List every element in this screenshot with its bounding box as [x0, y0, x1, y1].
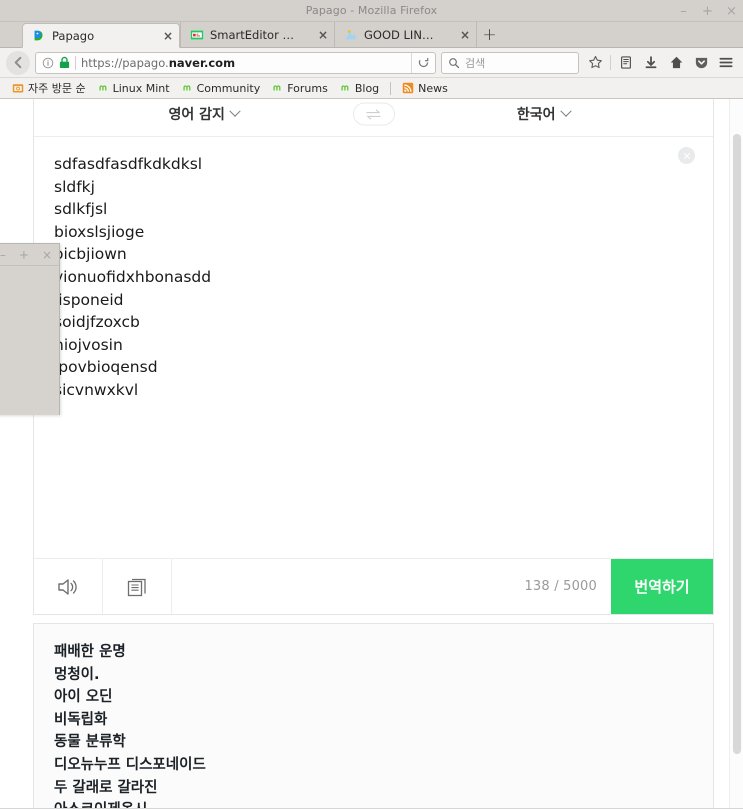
- source-card: 영어 감지 한국어 sdfasdfasdfkdkdksl sldfkj sdlk…: [33, 99, 714, 615]
- tab-close-icon[interactable]: ×: [446, 29, 470, 41]
- url-domain: naver.com: [168, 55, 236, 70]
- bookmark-star-icon[interactable]: [584, 52, 606, 74]
- tab-good-linux[interactable]: GOOD LINUX!! ×: [334, 22, 476, 47]
- bookmark-forums[interactable]: Forums: [267, 82, 332, 95]
- character-count: 138 / 5000: [524, 579, 597, 594]
- speaker-icon: [58, 578, 77, 595]
- reload-button[interactable]: [411, 52, 435, 73]
- clear-text-button[interactable]: [678, 147, 695, 164]
- mint-icon: [339, 82, 351, 94]
- swap-arrows-icon: [366, 109, 381, 119]
- back-arrow-icon: [14, 56, 21, 69]
- source-language-selector[interactable]: 영어 감지: [34, 104, 374, 124]
- navigation-toolbar: https://papago.naver.com 검색: [0, 48, 743, 78]
- minimize-button[interactable]: –: [678, 5, 689, 18]
- rss-icon: [402, 82, 414, 94]
- page-viewport: 영어 감지 한국어 sdfasdfasdfkdkdksl sldfkj sdlk…: [0, 99, 743, 808]
- library-icon[interactable]: [615, 52, 637, 74]
- fragment-maximize-button[interactable]: +: [19, 249, 29, 261]
- url-divider: [75, 55, 76, 70]
- back-button[interactable]: [6, 50, 30, 75]
- bookmark-label: News: [418, 81, 448, 95]
- papago-page: 영어 감지 한국어 sdfasdfasdfkdkdksl sldfkj sdlk…: [0, 99, 729, 808]
- tab-close-icon[interactable]: ×: [149, 30, 173, 42]
- url-bar[interactable]: https://papago.naver.com: [35, 51, 436, 74]
- folder-icon: [12, 84, 24, 93]
- fragment-minimize-button[interactable]: –: [0, 249, 6, 261]
- home-icon[interactable]: [665, 52, 687, 74]
- padlock-icon[interactable]: [59, 56, 70, 69]
- papago-parrot-icon: [34, 30, 43, 40]
- scrollbar-thumb[interactable]: [733, 134, 741, 754]
- language-header: 영어 감지 한국어: [34, 99, 713, 137]
- search-icon: [449, 57, 460, 68]
- url-prefix: https://papago.: [81, 55, 169, 70]
- source-text[interactable]: sdfasdfasdfkdkdksl sldfkj sdlkfjsl bioxs…: [54, 153, 693, 402]
- bookmark-blog[interactable]: Blog: [335, 82, 383, 95]
- swap-languages-button[interactable]: [352, 102, 395, 126]
- downloads-icon[interactable]: [640, 52, 662, 74]
- tab-label: SmartEditor - editor: [210, 27, 298, 42]
- translated-text: 패배한 운명 멍청이. 아이 오딘 비독립화 동물 분류학 디오뉴누프 디스포네…: [54, 644, 206, 808]
- tab-label: Papago: [52, 28, 95, 43]
- translate-button[interactable]: 번역하기: [611, 559, 713, 614]
- search-bar[interactable]: 검색: [441, 51, 579, 74]
- mint-icon: [97, 82, 108, 94]
- bookmark-label: Linux Mint: [112, 81, 170, 95]
- copy-document-icon: [127, 578, 146, 596]
- source-language-label: 영어 감지: [168, 107, 225, 123]
- good-linux-icon: [345, 29, 357, 39]
- bookmark-community[interactable]: Community: [177, 82, 265, 95]
- bookmark-linux-mint[interactable]: Linux Mint: [93, 82, 174, 95]
- chevron-down-icon: [559, 105, 572, 117]
- source-toolbar: 138 / 5000 번역하기: [34, 558, 713, 614]
- new-tab-button[interactable]: +: [476, 22, 502, 47]
- clear-circle-icon: [683, 152, 690, 159]
- smarteditor-icon: [190, 30, 204, 39]
- close-button[interactable]: ×: [726, 5, 737, 18]
- fragment-close-button[interactable]: ×: [42, 249, 52, 261]
- copy-source-button[interactable]: [103, 559, 172, 614]
- bookmark-label: Forums: [287, 81, 328, 95]
- toolbar-divider: [610, 55, 611, 70]
- bookmark-label: Community: [196, 81, 261, 95]
- bookmark-divider: [390, 81, 392, 95]
- bookmark-label: 자주 방문 순: [28, 82, 86, 95]
- bookmark-news[interactable]: News: [398, 82, 452, 95]
- window-titlebar: Papago - Mozilla Firefox – + ×: [0, 0, 743, 22]
- maximize-button[interactable]: +: [702, 5, 713, 18]
- tab-smarteditor[interactable]: SmartEditor - editor ×: [180, 22, 334, 47]
- result-text-area: 패배한 운명 멍청이. 아이 오딘 비독립화 동물 분류학 디오뉴누프 디스포네…: [34, 624, 713, 808]
- pocket-icon[interactable]: [690, 52, 712, 74]
- reload-icon: [418, 57, 429, 68]
- page-scrollbar[interactable]: [729, 99, 743, 808]
- menu-hamburger-icon[interactable]: [715, 52, 737, 74]
- target-language-label: 한국어: [516, 107, 556, 123]
- background-window-fragment[interactable]: – + × ): [0, 243, 60, 415]
- bookmark-label: Blog: [354, 81, 380, 95]
- page-info-icon[interactable]: [42, 57, 54, 69]
- source-text-area[interactable]: sdfasdfasdfkdkdksl sldfkj sdlkfjsl bioxs…: [34, 137, 713, 450]
- tab-close-icon[interactable]: ×: [304, 29, 328, 41]
- bookmarks-toolbar: 자주 방문 순 Linux Mint Community Forums Blog…: [0, 78, 743, 99]
- window-title: Papago - Mozilla Firefox: [305, 4, 438, 17]
- fragment-body: ): [0, 266, 59, 415]
- tab-papago[interactable]: Papago ×: [22, 23, 180, 48]
- result-card: 패배한 운명 멍청이. 아이 오딘 비독립화 동물 분류학 디오뉴누프 디스포네…: [33, 623, 714, 808]
- tab-label: GOOD LINUX!!: [364, 27, 440, 42]
- chevron-down-icon: [229, 105, 241, 117]
- target-language-selector[interactable]: 한국어: [374, 104, 714, 124]
- mint-icon: [181, 82, 192, 94]
- speak-source-button[interactable]: [34, 559, 103, 614]
- mint-icon: [271, 82, 283, 94]
- bookmark-most-visited[interactable]: 자주 방문 순: [8, 80, 90, 96]
- fragment-titlebar: – + ×: [0, 244, 59, 266]
- window-controls: – + ×: [678, 0, 737, 22]
- toolbar-icons: [584, 52, 737, 74]
- url-text: https://papago.naver.com: [81, 56, 406, 70]
- tab-strip: Papago × SmartEditor - editor × GOOD LIN…: [0, 22, 743, 48]
- search-input[interactable]: 검색: [465, 55, 485, 71]
- firefox-window: Papago - Mozilla Firefox – + × Papago × …: [0, 0, 743, 809]
